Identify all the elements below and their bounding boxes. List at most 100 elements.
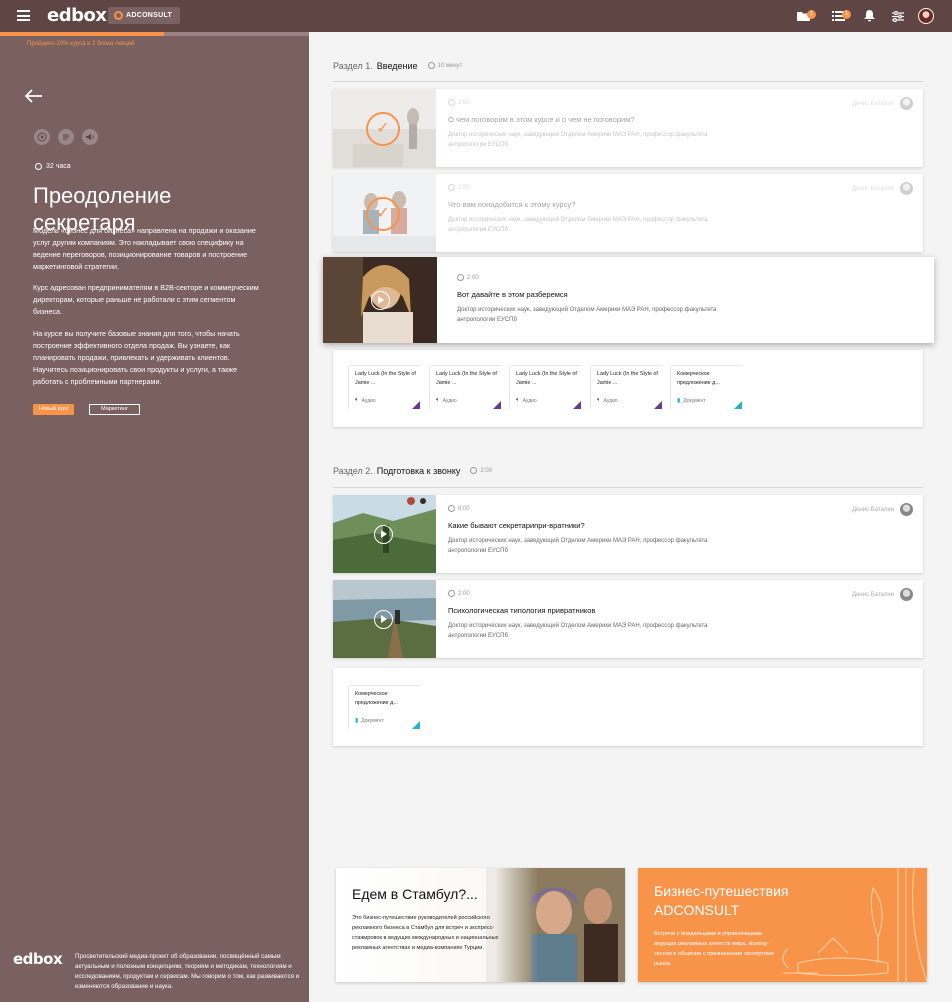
play-icon[interactable] [374, 610, 393, 629]
document-corner-marker [734, 401, 742, 409]
folder-button[interactable]: 1 [797, 9, 816, 23]
author-avatar [900, 97, 913, 110]
banner-title: Едем в Стамбул?... [352, 886, 478, 902]
lesson-thumbnail [333, 495, 436, 573]
adconsult-logo-icon [114, 11, 123, 20]
lesson-duration: 2:00 [448, 184, 913, 191]
partner-badge[interactable]: ADCONSULT [108, 7, 180, 24]
material-item[interactable]: Комерческое предложение д... ▮ Документ [671, 366, 742, 409]
promo-banner-adconsult[interactable]: Бизнес-путешествия ADCONSULT Встречи с в… [638, 868, 927, 982]
lesson-card[interactable]: 6:00 Какие бывают секретарипри-вратники?… [333, 495, 923, 573]
material-title: Lady Luck (In the Style of Jamie ... [436, 371, 497, 386]
settings-button[interactable] [892, 9, 904, 23]
bell-icon [864, 10, 875, 22]
course-progress-fill [0, 32, 164, 36]
lesson-thumbnail [323, 257, 437, 343]
list-button[interactable]: 1 [832, 9, 851, 23]
lesson-duration-text: 2:00 [458, 184, 470, 191]
material-title: Комерческое предложение д... [677, 371, 720, 386]
section-2-header: Раздел 2. Подготовка к звонку 2:00 [333, 466, 492, 476]
lesson-description: Доктор исторических наук, заведующий Отд… [448, 217, 708, 233]
clock-icon [448, 184, 455, 191]
lesson-description: Доктор исторических наук, заведующий Отд… [448, 132, 708, 148]
author-name: Денис Баталин [851, 591, 894, 598]
material-item[interactable]: Комерческое предложение д... ▮ Документ [349, 686, 420, 729]
audio-icon: 🔈︎ [516, 397, 520, 403]
course-description-2: Курс адресован предпринимателям в B2B-се… [33, 283, 259, 316]
material-type-label: Аудио [442, 397, 457, 404]
lesson-title: Какие бывают секретарипри-вратники? [448, 521, 585, 530]
video-filter-button[interactable] [34, 129, 50, 145]
lesson-duration: 2:00 [457, 274, 924, 281]
lesson-title: О чем поговорим в этом курсе и о чем не … [448, 115, 635, 124]
play-icon[interactable] [371, 291, 390, 310]
lesson-title: Что вам понадобится к этому курсу? [448, 200, 576, 209]
lesson-author: Денис Баталин [852, 503, 913, 516]
lesson-duration-text: 6:00 [458, 505, 470, 512]
audio-icon: 🔈︎ [436, 397, 440, 403]
banner-text: Это бизнес-путешествие руководителей рос… [352, 915, 499, 951]
lesson-card-active[interactable]: 2:00 Вот давайте в этом разберемся Докто… [323, 257, 934, 343]
logo[interactable]: edbox [47, 5, 107, 26]
lesson-description: Доктор исторических наук, заведующий Отд… [457, 307, 717, 323]
section-number: Раздел 1. [333, 61, 373, 71]
tag-marketing[interactable]: Маркетинг [89, 404, 140, 415]
lesson-card[interactable]: ✓ 2:00 Что вам понадобится к этому курсу… [333, 174, 923, 252]
lesson-duration: 2:00 [448, 99, 913, 106]
promo-banner-istanbul[interactable]: Едем в Стамбул?... Это бизнес-путешестви… [336, 868, 625, 982]
back-arrow-icon[interactable] [24, 87, 43, 108]
lesson-duration-text: 2:00 [458, 99, 470, 106]
material-type-label: Аудио [522, 397, 537, 404]
material-item[interactable]: Lady Luck (In the Style of Jamie ... 🔈︎ А… [591, 366, 662, 409]
material-item[interactable]: Lady Luck (In the Style of Jamie ... 🔈︎ А… [430, 366, 501, 409]
section-divider [333, 81, 923, 82]
lesson-duration-text: 2:00 [467, 274, 479, 281]
section-number: Раздел 2. [333, 466, 373, 476]
author-name: Денис Баталин [851, 100, 894, 107]
play-icon[interactable] [374, 525, 393, 544]
author-avatar [900, 182, 913, 195]
lesson-card[interactable]: ✓ 2:00 О чем поговорим в этом курсе и о … [333, 89, 923, 167]
course-sidebar: Пройдено 20% курса и 2 блока лекций 32 ч… [0, 32, 309, 1002]
completed-check-icon: ✓ [366, 197, 400, 231]
clock-icon [448, 590, 455, 597]
section-duration-text: 10 минут [437, 62, 463, 69]
material-item[interactable]: Lady Luck (In the Style of Jamie ... 🔈︎ А… [510, 366, 581, 409]
top-bar: edbox ADCONSULT 1 1 [0, 0, 952, 32]
audio-corner-marker [654, 401, 662, 409]
material-type: 🔈︎ Аудио [597, 397, 618, 404]
footer-logo[interactable]: edbox [13, 950, 63, 968]
audio-filter-button[interactable] [82, 129, 98, 145]
text-lines-icon [63, 134, 69, 140]
sliders-icon [892, 10, 904, 22]
partner-badge-label: ADCONSULT [126, 12, 173, 19]
material-type-label: Документ [683, 397, 706, 404]
material-title: Комерческое предложение д... [355, 691, 398, 706]
tag-new-course[interactable]: Новый курс [33, 404, 75, 415]
lesson-description: Доктор исторических наук, заведующий Отд… [448, 538, 708, 554]
course-description-3: На курсе вы получите базовые знания для … [33, 329, 240, 386]
speaker-icon [86, 133, 94, 141]
material-title: Lady Luck (In the Style of Jamie ... [516, 371, 577, 386]
lesson-author: Денис Баталин [852, 588, 913, 601]
notifications-button[interactable] [864, 9, 875, 23]
text-filter-button[interactable] [58, 129, 74, 145]
lesson-author: Денис Баталин [852, 182, 913, 195]
section-title: Введение [376, 61, 418, 71]
menu-icon[interactable] [17, 10, 30, 21]
material-item[interactable]: Lady Luck (In the Style of Jamie ... 🔈︎ А… [349, 366, 420, 409]
section-duration-text: 2:00 [480, 467, 493, 474]
material-type-label: Аудио [603, 397, 618, 404]
material-title: Lady Luck (In the Style of Jamie ... [597, 371, 658, 386]
material-type-label: Аудио [361, 397, 376, 404]
play-circle-icon [37, 132, 47, 142]
audio-icon: 🔈︎ [597, 397, 601, 403]
lesson-duration: 6:00 [448, 505, 913, 512]
material-type: ▮ Документ [677, 397, 706, 405]
lesson-card[interactable]: 2:00 Психологическая типология привратни… [333, 580, 923, 658]
section-duration: 2:00 [470, 467, 492, 474]
list-count-badge: 1 [842, 10, 851, 19]
section-divider [333, 487, 923, 488]
user-avatar[interactable] [918, 8, 934, 24]
section-duration: 10 минут [427, 62, 463, 69]
